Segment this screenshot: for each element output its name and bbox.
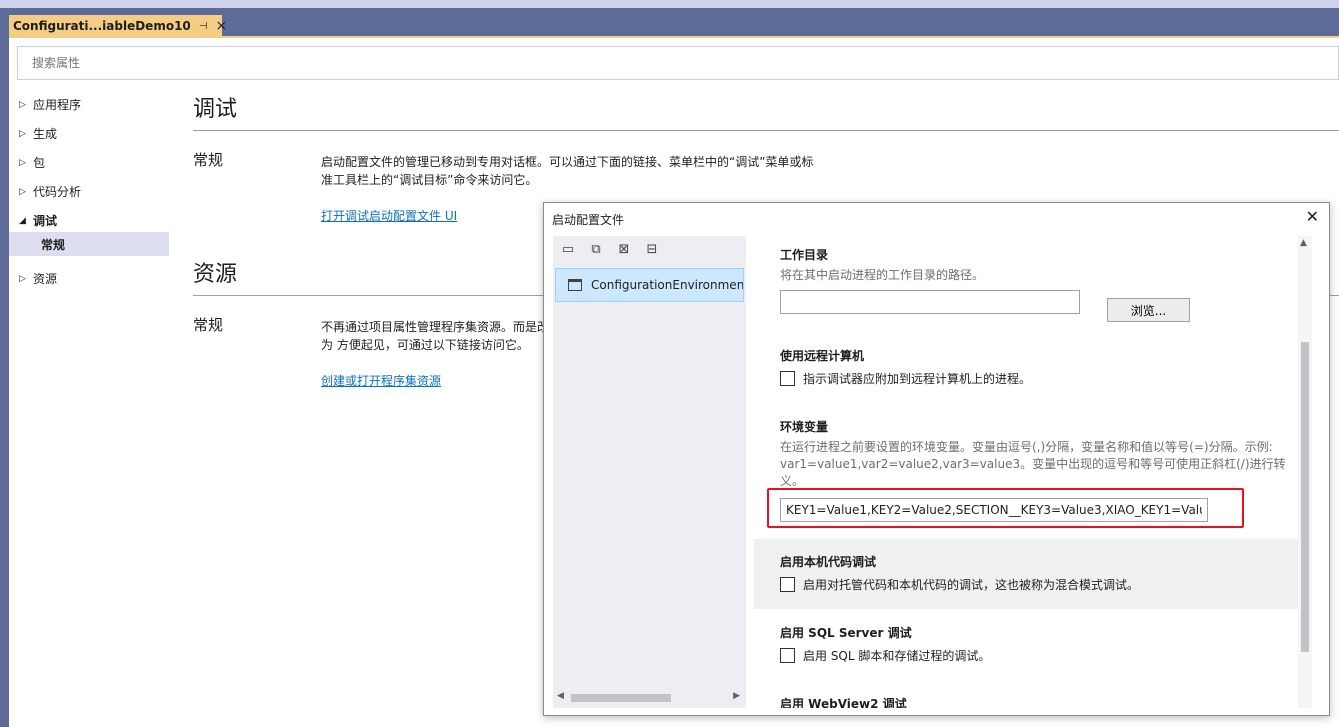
search-box[interactable] <box>17 46 1339 80</box>
working-dir-input[interactable] <box>780 290 1080 314</box>
caret-right-icon[interactable]: ▷ <box>19 100 33 110</box>
nav-label: 资源 <box>33 272 58 286</box>
group-label: 常规 <box>193 316 224 334</box>
open-launch-profiles-link[interactable]: 打开调试启动配置文件 UI <box>321 207 457 224</box>
prop-description: 在运行进程之前要设置的环境变量。变量由逗号(,)分隔，变量名称和值以等号(=)分… <box>780 440 1286 488</box>
group-label: 常规 <box>193 151 224 169</box>
prop-title: 使用远程计算机 <box>780 349 865 363</box>
profile-settings-pane: 工作目录 将在其中启动进程的工作目录的路径。 浏览... 使用远程计算机 指示调… <box>754 236 1312 708</box>
vertical-scrollbar[interactable]: ▲ <box>1298 236 1312 708</box>
close-icon[interactable]: × <box>215 18 227 34</box>
native-debug-prop: 启用本机代码调试 启用对托管代码和本机代码的调试，这也被称为混合模式调试。 <box>754 539 1312 609</box>
check-label: 启用 SQL 脚本和存储过程的调试。 <box>803 649 991 663</box>
nav-item-resources[interactable]: ▷ 资源 <box>9 264 169 293</box>
sql-check-row[interactable]: 启用 SQL 脚本和存储过程的调试。 <box>780 647 1312 664</box>
search-input[interactable] <box>18 47 1338 79</box>
caret-down-icon[interactable]: ◢ <box>19 216 33 226</box>
scroll-thumb[interactable] <box>571 694 671 702</box>
delete-profile-icon[interactable]: ⊠ <box>615 242 633 258</box>
nav-item-package[interactable]: ▷ 包 <box>9 148 169 177</box>
nav-item-code-analysis[interactable]: ▷ 代码分析 <box>9 177 169 206</box>
env-vars-prop: 环境变量 在运行进程之前要设置的环境变量。变量由逗号(,)分隔，变量名称和值以等… <box>754 418 1312 490</box>
group-description: 启动配置文件的管理已移动到专用对话框。可以通过下面的链接、菜单栏中的“调试”菜单… <box>321 155 814 187</box>
env-vars-input[interactable] <box>780 498 1208 522</box>
profiles-pane: ▭ ⧉ ⊠ ⊟ ConfigurationEnvironmentV ◀ ▶ <box>553 236 746 708</box>
scroll-right-icon[interactable]: ▶ <box>733 691 740 701</box>
sql-checkbox[interactable] <box>780 648 795 663</box>
pin-icon[interactable]: ⊣ <box>199 21 208 32</box>
caret-right-icon[interactable]: ▷ <box>19 129 33 139</box>
title-strip <box>0 0 1339 8</box>
document-tab[interactable]: Configurati...iableDemo10 ⊣ × <box>9 15 227 37</box>
launch-profiles-dialog: 启动配置文件 ✕ ▭ ⧉ ⊠ ⊟ ConfigurationEnvironmen… <box>543 202 1330 716</box>
profiles-toolbar: ▭ ⧉ ⊠ ⊟ <box>559 242 661 258</box>
document-tab-strip: Configurati...iableDemo10 ⊣ × <box>0 8 1339 37</box>
nav-label: 应用程序 <box>33 98 82 112</box>
check-label: 指示调试器应附加到远程计算机上的进程。 <box>803 372 1032 386</box>
nav-label: 生成 <box>33 127 58 141</box>
remote-check-row[interactable]: 指示调试器应附加到远程计算机上的进程。 <box>780 370 1312 387</box>
copy-profile-icon[interactable]: ⧉ <box>587 242 605 258</box>
prop-title: 工作目录 <box>780 248 829 262</box>
close-icon[interactable]: ✕ <box>1306 207 1319 226</box>
caret-right-icon[interactable]: ▷ <box>19 274 33 284</box>
prop-title: 启用本机代码调试 <box>780 555 877 569</box>
group-description: 不再通过项目属性管理程序集资源。而是改为 方便起见，可通过以下链接访问它。 <box>321 320 550 352</box>
profile-name: ConfigurationEnvironmentV <box>591 278 744 292</box>
nav-subitem-general[interactable]: 常规 <box>9 232 169 256</box>
prop-description: 将在其中启动进程的工作目录的路径。 <box>780 268 985 282</box>
nav-label: 调试 <box>33 214 58 228</box>
nav-item-debug[interactable]: ◢ 调试 <box>9 206 169 235</box>
sql-debug-prop: 启用 SQL Server 调试 启用 SQL 脚本和存储过程的调试。 <box>754 624 1312 664</box>
open-resources-link[interactable]: 创建或打开程序集资源 <box>321 372 441 389</box>
native-checkbox[interactable] <box>780 577 795 592</box>
remote-machine-prop: 使用远程计算机 指示调试器应附加到远程计算机上的进程。 <box>754 347 1312 387</box>
nav-item-application[interactable]: ▷ 应用程序 <box>9 90 169 119</box>
document-tab-title: Configurati...iableDemo10 <box>13 19 191 33</box>
profile-list-item[interactable]: ConfigurationEnvironmentV <box>555 268 744 302</box>
remote-checkbox[interactable] <box>780 371 795 386</box>
section-title-debug: 调试 <box>193 97 238 122</box>
window-icon <box>568 279 582 291</box>
working-dir-prop: 工作目录 将在其中启动进程的工作目录的路径。 浏览... <box>754 246 1312 322</box>
horizontal-scrollbar[interactable]: ◀ ▶ <box>555 690 744 704</box>
scroll-left-icon[interactable]: ◀ <box>557 691 564 701</box>
caret-right-icon[interactable]: ▷ <box>19 187 33 197</box>
new-profile-icon[interactable]: ▭ <box>559 242 577 258</box>
nav-item-build[interactable]: ▷ 生成 <box>9 119 169 148</box>
dialog-title: 启动配置文件 <box>552 213 625 227</box>
browse-button[interactable]: 浏览... <box>1107 298 1190 322</box>
webview-debug-prop: 启用 WebView2 调试 <box>754 695 1312 708</box>
property-nav: ▷ 应用程序 ▷ 生成 ▷ 包 ▷ 代码分析 ◢ 调试 常规 ▷ 资源 <box>9 90 169 293</box>
prop-title: 启用 WebView2 调试 <box>780 697 907 708</box>
scroll-up-icon[interactable]: ▲ <box>1300 238 1307 248</box>
nav-label: 代码分析 <box>33 185 82 199</box>
rename-profile-icon[interactable]: ⊟ <box>643 242 661 258</box>
prop-title: 环境变量 <box>780 420 829 434</box>
nav-label: 包 <box>33 156 46 170</box>
check-label: 启用对托管代码和本机代码的调试，这也被称为混合模式调试。 <box>803 578 1140 592</box>
caret-right-icon[interactable]: ▷ <box>19 158 33 168</box>
prop-title: 启用 SQL Server 调试 <box>780 626 912 640</box>
native-check-row[interactable]: 启用对托管代码和本机代码的调试，这也被称为混合模式调试。 <box>780 576 1312 593</box>
scroll-thumb[interactable] <box>1301 342 1309 652</box>
